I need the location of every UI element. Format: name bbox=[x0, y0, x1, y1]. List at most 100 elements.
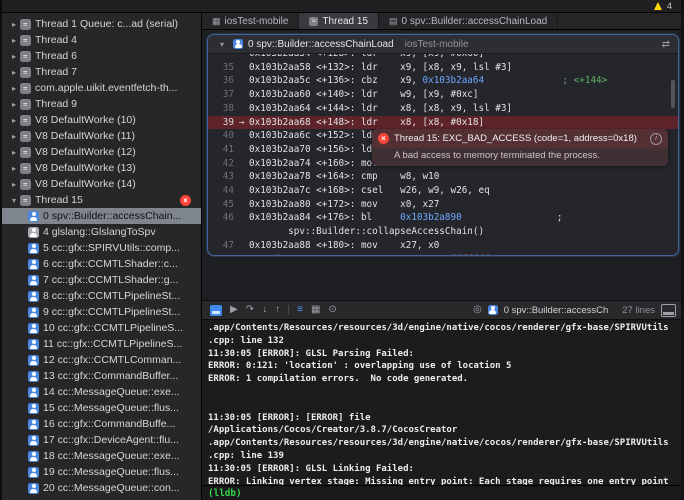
separator bbox=[288, 305, 290, 315]
thread-row[interactable]: ▸ ≈ com.apple.uikit.eventfetch-th... bbox=[2, 80, 201, 96]
disclosure-chevron-icon[interactable]: ▸ bbox=[8, 148, 20, 157]
info-icon[interactable]: i bbox=[650, 132, 662, 145]
disassembly-line[interactable]: 0x103b2aa54 <+128>: ldr x9, [x9, #0x60] bbox=[208, 54, 678, 61]
disclosure-chevron-icon[interactable]: ▸ bbox=[8, 116, 20, 125]
stack-frame-icon bbox=[28, 258, 39, 270]
thread-icon: ≈ bbox=[20, 194, 31, 206]
thread-icon: ≈ bbox=[20, 50, 31, 62]
stack-frame-row[interactable]: 9 cc::gfx::CCMTLPipelineSt... bbox=[2, 304, 201, 320]
disclosure-chevron-icon[interactable]: ▸ bbox=[8, 100, 20, 109]
console-lines-count[interactable]: 27 lines bbox=[622, 305, 655, 316]
disassembly-line[interactable]: 37 0x103b2aa60 <+140>: ldr w9, [x9, #0xc] bbox=[208, 88, 678, 102]
thread-row[interactable]: ▸ ≈ Thread 9 bbox=[2, 96, 201, 112]
stack-frame-row[interactable]: 18 cc::MessageQueue::exe... bbox=[2, 448, 201, 464]
stack-frame-row[interactable]: 6 cc::gfx::CCMTLShader::c... bbox=[2, 256, 201, 272]
stack-frame-row[interactable]: 10 cc::gfx::CCMTLPipelineS... bbox=[2, 320, 201, 336]
stack-frame-label: 15 cc::MessageQueue::flus... bbox=[43, 402, 179, 414]
stack-frame-row[interactable]: 8 cc::gfx::CCMTLPipelineSt... bbox=[2, 288, 201, 304]
stack-frame-row[interactable]: 19 cc::MessageQueue::flus... bbox=[2, 464, 201, 480]
line-number: 35 bbox=[222, 61, 234, 73]
editor-tab[interactable]: ▦ iosTest-mobile bbox=[202, 13, 300, 29]
line-number bbox=[208, 225, 234, 239]
stack-frame-row[interactable]: 13 cc::gfx::CommandBuffer... bbox=[2, 368, 201, 384]
line-number: 36 bbox=[222, 75, 234, 87]
stack-frame-row[interactable]: 14 cc::MessageQueue::exe... bbox=[2, 384, 201, 400]
memory-graph-button[interactable]: ▦ bbox=[311, 305, 320, 315]
file-icon: ▤ bbox=[389, 15, 398, 26]
thread-icon: ≈ bbox=[20, 114, 31, 126]
simulator-icon[interactable]: ◎ bbox=[473, 305, 482, 315]
step-into-button[interactable]: ↓ bbox=[262, 305, 267, 315]
warning-count[interactable]: 4 bbox=[667, 1, 672, 11]
thread-row[interactable]: ▸ ≈ V8 DefaultWorke (12) bbox=[2, 144, 201, 160]
disclosure-chevron-icon[interactable]: ▸ bbox=[8, 164, 20, 173]
disassembly-line[interactable]: 38 0x103b2aa64 <+144>: ldr x8, [x8, x9, l… bbox=[208, 102, 678, 116]
editor-scrollbar[interactable] bbox=[671, 80, 675, 108]
chevron-down-icon[interactable]: ▾ bbox=[216, 40, 228, 49]
disassembly-line[interactable]: 39 → 0x103b2aa68 <+148>: ldr x8, [x8, #0x1… bbox=[208, 115, 678, 130]
thread-row[interactable]: ▾ ≈ Thread 15 × bbox=[2, 192, 201, 208]
disclosure-chevron-icon[interactable]: ▸ bbox=[8, 132, 20, 141]
stack-frame-row[interactable]: 20 cc::MessageQueue::con... bbox=[2, 480, 201, 496]
runtime-issues-button[interactable]: ⊙ bbox=[328, 305, 336, 315]
step-over-button[interactable]: ↷ bbox=[246, 305, 254, 315]
stack-frame-row[interactable]: 5 cc::gfx::SPIRVUtils::comp... bbox=[2, 240, 201, 256]
console-prompt-bar[interactable]: (lldb) bbox=[202, 485, 684, 500]
stack-frame-icon bbox=[28, 370, 39, 382]
thread-row[interactable]: ▸ ≈ Thread 1 Queue: c...ad (serial) bbox=[2, 16, 201, 32]
view-hierarchy-button[interactable]: ≡ bbox=[297, 305, 303, 315]
disclosure-chevron-icon[interactable]: ▸ bbox=[8, 20, 20, 29]
editor-frame-title[interactable]: 0 spv::Builder::accessChainLoad bbox=[248, 39, 394, 50]
stack-frame-label: 8 cc::gfx::CCMTLPipelineSt... bbox=[43, 290, 181, 302]
stack-frame-row[interactable]: 15 cc::MessageQueue::flus... bbox=[2, 400, 201, 416]
stack-frame-label: 9 cc::gfx::CCMTLPipelineSt... bbox=[43, 306, 181, 318]
stack-frame-icon bbox=[233, 39, 243, 49]
disassembly-line[interactable]: 43 0x103b2aa78 <+164>: cmp w8, w10 bbox=[208, 170, 678, 184]
console-output[interactable]: .app/Contents/Resources/resources/3d/eng… bbox=[202, 320, 684, 485]
thread-row[interactable]: ▸ ≈ V8 DefaultWorke (11) bbox=[2, 128, 201, 144]
gutter-space bbox=[234, 170, 249, 184]
thread-row[interactable]: ▸ ≈ V8 DefaultWorke (14) bbox=[2, 176, 201, 192]
disclosure-chevron-icon[interactable]: ▸ bbox=[8, 180, 20, 189]
editor-tab[interactable]: ▤ 0 spv::Builder::accessChainLoad bbox=[379, 13, 559, 29]
continue-button[interactable]: ▶ bbox=[230, 305, 238, 315]
thread-row[interactable]: ▸ ≈ V8 DefaultWorke (13) bbox=[2, 160, 201, 176]
disassembly-line[interactable]: 45 0x103b2aa80 <+172>: mov x0, x27 bbox=[208, 198, 678, 212]
instruction-pointer-icon: → bbox=[238, 116, 245, 128]
disclosure-chevron-icon[interactable]: ▸ bbox=[8, 36, 20, 45]
disclosure-chevron-icon[interactable]: ▸ bbox=[8, 68, 20, 77]
line-number: 38 bbox=[222, 102, 234, 114]
thread-row[interactable]: ▸ ≈ V8 DefaultWorke (10) bbox=[2, 112, 201, 128]
thread-row[interactable]: ▸ ≈ Thread 6 bbox=[2, 48, 201, 64]
hide-debug-area-button[interactable] bbox=[210, 304, 222, 316]
counterparts-icon[interactable]: ⇄ bbox=[662, 39, 670, 50]
disclosure-chevron-icon[interactable]: ▾ bbox=[8, 196, 20, 205]
stack-frame-row[interactable]: 17 cc::gfx::DeviceAgent::flu... bbox=[2, 432, 201, 448]
disclosure-chevron-icon[interactable]: ▸ bbox=[8, 84, 20, 93]
console-toggle-icon[interactable] bbox=[661, 303, 676, 317]
thread-row[interactable]: ▸ ≈ Thread 4 bbox=[2, 32, 201, 48]
stack-frame-row[interactable]: 11 cc::gfx::CCMTLPipelineS... bbox=[2, 336, 201, 352]
thread-row[interactable]: ▸ ≈ Thread 7 bbox=[2, 64, 201, 80]
stack-frame-label: 18 cc::MessageQueue::exe... bbox=[43, 450, 180, 462]
disassembly-line[interactable]: spv::Builder::collapseAccessChain() bbox=[208, 225, 678, 239]
error-annotation[interactable]: × Thread 15: EXC_BAD_ACCESS (code=1, add… bbox=[372, 129, 668, 166]
step-out-button[interactable]: ↑ bbox=[275, 305, 280, 315]
stack-frame-label: 4 glslang::GlslangToSpv bbox=[43, 226, 156, 238]
thread-icon: ≈ bbox=[20, 130, 31, 142]
disclosure-chevron-icon[interactable]: ▸ bbox=[8, 52, 20, 61]
stack-frame-row[interactable]: 0 spv::Builder::accessChain... bbox=[2, 208, 201, 224]
stack-frame-row[interactable]: 12 cc::gfx::CCMTLComman... bbox=[2, 352, 201, 368]
disassembly-line[interactable]: 44 0x103b2aa7c <+168>: csel w26, w9, w26,… bbox=[208, 184, 678, 198]
disassembly-line[interactable]: 480x103b2aa8c <+184>: mov w20, #0x7fffff… bbox=[208, 253, 678, 255]
disassembly-line[interactable]: 35 0x103b2aa58 <+132>: ldr x9, [x8, x9, l… bbox=[208, 61, 678, 75]
debug-frame-label[interactable]: 0 spv::Builder::accessCh bbox=[504, 305, 609, 316]
warning-icon[interactable] bbox=[653, 2, 662, 10]
stack-frame-row[interactable]: 16 cc::gfx::CommandBuffe... bbox=[2, 416, 201, 432]
disassembly-line[interactable]: 46 0x103b2aa84 <+176>: bl 0x103b2a890 ; bbox=[208, 211, 678, 225]
disassembly-line[interactable]: 36 0x103b2aa5c <+136>: cbz x9, 0x103b2aa6… bbox=[208, 74, 678, 88]
disassembly-line[interactable]: 47 0x103b2aa88 <+180>: mov x27, x0 bbox=[208, 239, 678, 253]
stack-frame-row[interactable]: 4 glslang::GlslangToSpv bbox=[2, 224, 201, 240]
stack-frame-row[interactable]: 7 cc::gfx::CCMTLShader::g... bbox=[2, 272, 201, 288]
editor-tab[interactable]: ≈ Thread 15 bbox=[299, 13, 380, 29]
